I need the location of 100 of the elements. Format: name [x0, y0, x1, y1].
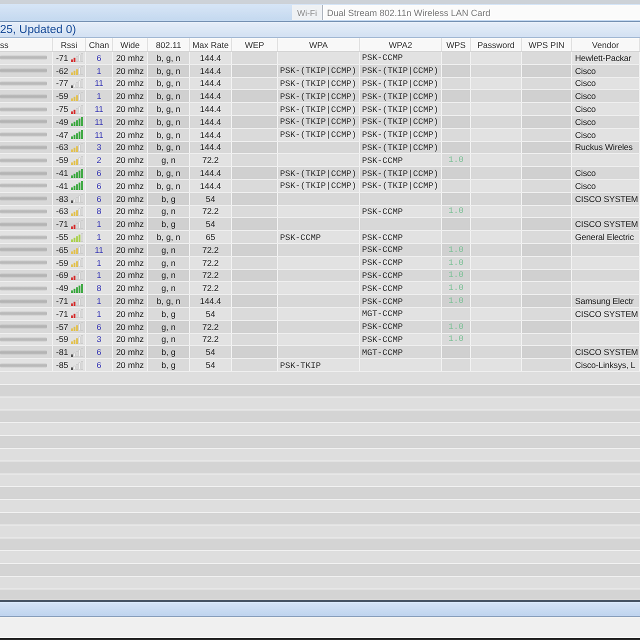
signal-bars-icon [71, 245, 84, 254]
table-cell: 20 mhz [113, 282, 148, 294]
column-header[interactable]: Password [471, 38, 522, 51]
rssi-value: -71 [56, 296, 68, 306]
blurred-address [0, 222, 47, 227]
table-row[interactable]: -41 6 20 mhz b, g, n 144.4 PSK-(TKIP|CCMP) PSK-(TKIP|CCMP) Cisco [0, 167, 640, 180]
rssi-value: -83 [56, 194, 68, 204]
signal-bars-icon [71, 130, 84, 140]
blurred-address [0, 260, 47, 266]
blurred-address [0, 234, 47, 240]
table-row[interactable]: -62 1 20 mhz b, g, n 144.4 PSK-(TKIP|CCMP) PSK-(TKIP|CCMP) Cisco [0, 64, 640, 78]
table-cell: CISCO SYSTEM [572, 192, 640, 205]
column-header[interactable]: WPS PIN [522, 38, 572, 51]
column-header[interactable]: Vendor [572, 38, 640, 51]
table-cell: 11 [86, 128, 113, 141]
table-cell: g, n [148, 334, 190, 346]
column-header[interactable]: WPS [442, 38, 471, 51]
table-cell: Cisco-Linksys, L [572, 359, 640, 371]
blurred-address [0, 144, 47, 150]
blurred-address [0, 132, 47, 138]
table-cell: 20 mhz [113, 346, 148, 358]
column-header[interactable]: Wide [113, 38, 148, 51]
table-row[interactable]: -59 3 20 mhz g, n 72.2 PSK-CCMP 1.0 [0, 334, 640, 346]
table-cell: PSK-CCMP [360, 231, 442, 243]
table-cell: 144.4 [190, 52, 232, 64]
table-row[interactable]: -59 1 20 mhz g, n 72.2 PSK-CCMP 1.0 [0, 256, 640, 270]
table-row[interactable]: -63 3 20 mhz b, g, n 144.4 PSK-(TKIP|CCMP) Ruckus Wireles [0, 142, 640, 154]
table-cell: 20 mhz [113, 116, 148, 128]
column-header[interactable]: ss [0, 38, 53, 51]
signal-bars-icon [71, 348, 84, 357]
table-cell: 144.4 [190, 90, 232, 102]
table-row[interactable]: -49 11 20 mhz b, g, n 144.4 PSK-(TKIP|CCMP) PSK-(TKIP|CCMP) Cisco [0, 116, 640, 129]
table-cell: 20 mhz [113, 308, 148, 320]
table-row[interactable]: -75 11 20 mhz b, g, n 144.4 PSK-(TKIP|CCMP) PSK-(TKIP|CCMP) Cisco [0, 103, 640, 116]
table-row[interactable]: -47 11 20 mhz b, g, n 144.4 PSK-(TKIP|CCMP) PSK-(TKIP|CCMP) Cisco [0, 128, 640, 142]
table-cell: 1 [86, 64, 113, 77]
column-header[interactable]: WPA2 [360, 38, 442, 51]
rssi-value: -49 [56, 283, 68, 294]
table-cell: 6 [86, 346, 113, 358]
table-row[interactable]: -59 2 20 mhz g, n 72.2 PSK-CCMP 1.0 [0, 154, 640, 168]
table-cell: PSK-CCMP [360, 206, 442, 218]
table-cell: 72.2 [190, 206, 232, 218]
table-cell: 20 mhz [113, 206, 148, 218]
blurred-address [0, 158, 47, 163]
table-cell: PSK-TKIP [278, 359, 360, 371]
table-cell: 2 [86, 154, 113, 166]
table-row[interactable]: -71 1 20 mhz b, g 54 CISCO SYSTEM [0, 218, 640, 232]
table-cell: 20 mhz [113, 90, 148, 102]
table-cell: b, g, n [148, 90, 190, 102]
table-row[interactable]: -49 8 20 mhz g, n 72.2 PSK-CCMP 1.0 [0, 282, 640, 296]
table-cell: 20 mhz [113, 270, 148, 282]
table-cell: 1 [86, 256, 113, 269]
table-row[interactable]: -41 6 20 mhz b, g, n 144.4 PSK-(TKIP|CCMP) PSK-(TKIP|CCMP) Cisco [0, 180, 640, 193]
column-header[interactable]: Rssi [53, 38, 86, 51]
blurred-address [0, 298, 47, 304]
column-header[interactable]: WPA [278, 38, 360, 51]
table-cell: 6 [86, 192, 113, 205]
table-cell: 3 [86, 142, 113, 154]
table-cell: 20 mhz [113, 244, 148, 256]
table-cell: 20 mhz [113, 128, 148, 141]
table-row[interactable]: -71 6 20 mhz b, g, n 144.4 PSK-CCMP Hewlett-Packar [0, 52, 640, 65]
signal-bars-icon [71, 258, 84, 268]
table-row[interactable]: -69 1 20 mhz g, n 72.2 PSK-CCMP 1.0 [0, 270, 640, 282]
table-cell: 1.0 [442, 270, 471, 282]
table-row[interactable]: -81 6 20 mhz b, g 54 MGT-CCMP CISCO SYSTEM [0, 346, 640, 360]
signal-bars-icon [71, 78, 84, 88]
table-row[interactable]: -65 11 20 mhz g, n 72.2 PSK-CCMP 1.0 [0, 244, 640, 257]
table-row[interactable]: -71 1 20 mhz b, g, n 144.4 PSK-CCMP 1.0 Samsung Electr [0, 295, 640, 308]
table-cell: 20 mhz [113, 103, 148, 115]
table-cell: PSK-CCMP [360, 154, 442, 166]
signal-bars-icon [71, 220, 84, 229]
table-row[interactable]: -57 6 20 mhz g, n 72.2 PSK-CCMP 1.0 [0, 320, 640, 334]
column-header[interactable]: 802.11 [148, 38, 190, 51]
table-row[interactable]: -77 11 20 mhz b, g, n 144.4 PSK-(TKIP|CCMP) PSK-(TKIP|CCMP) Cisco [0, 78, 640, 90]
table-cell: b, g, n [148, 52, 190, 64]
table-cell: PSK-(TKIP|CCMP) [360, 142, 442, 154]
table-cell: 20 mhz [113, 231, 148, 243]
table-row[interactable]: -63 8 20 mhz g, n 72.2 PSK-CCMP 1.0 [0, 206, 640, 218]
table-row[interactable]: -83 6 20 mhz b, g 54 CISCO SYSTEM [0, 192, 640, 206]
blurred-address [0, 208, 47, 214]
column-header[interactable]: Max Rate [190, 38, 232, 51]
table-cell: 20 mhz [113, 256, 148, 269]
table-row[interactable]: -55 1 20 mhz b, g, n 65 PSK-CCMP PSK-CCMP General Electric [0, 231, 640, 244]
table-row[interactable]: -59 1 20 mhz b, g, n 144.4 PSK-(TKIP|CCMP) PSK-(TKIP|CCMP) Cisco [0, 90, 640, 104]
adapter-type-label: Wi-Fi [292, 5, 323, 20]
column-header[interactable]: WEP [232, 38, 278, 51]
adapter-dropdown[interactable]: Dual Stream 802.11n Wireless LAN Card [323, 5, 640, 20]
table-cell: 72.2 [190, 270, 232, 282]
table-cell: 1.0 [442, 154, 471, 166]
table-cell: b, g, n [148, 142, 190, 154]
table-row[interactable]: -85 6 20 mhz b, g 54 PSK-TKIP Cisco-Linksys, L [0, 359, 640, 372]
table-row[interactable]: -71 1 20 mhz b, g 54 MGT-CCMP CISCO SYSTEM [0, 308, 640, 321]
rssi-value: -57 [56, 322, 68, 332]
blurred-address [0, 336, 47, 342]
table-cell: PSK-(TKIP|CCMP) [360, 78, 442, 90]
signal-bars-icon [71, 206, 84, 216]
blurred-address [0, 170, 47, 176]
rssi-value: -71 [56, 52, 68, 63]
column-header[interactable]: Chan [86, 38, 113, 51]
signal-bars-icon [71, 117, 84, 126]
